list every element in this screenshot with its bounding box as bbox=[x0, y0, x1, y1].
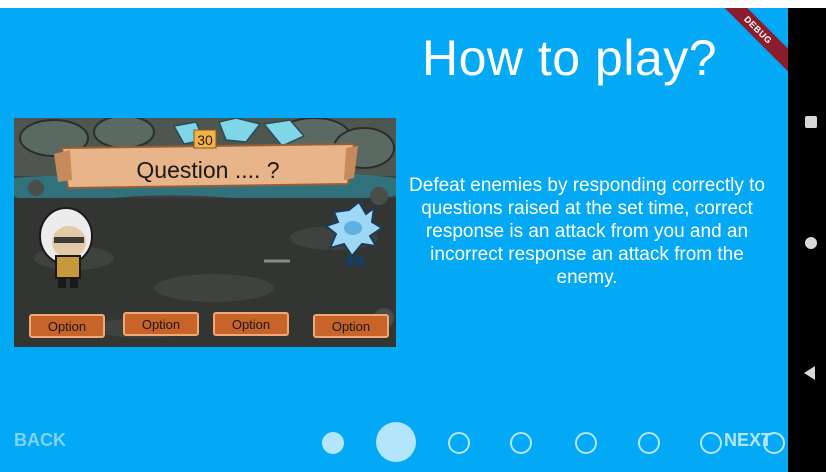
page-dot-6[interactable] bbox=[638, 432, 660, 454]
page-dot-7[interactable] bbox=[700, 432, 722, 454]
page-dot-2-current[interactable] bbox=[376, 422, 416, 462]
debug-banner: DEBUG bbox=[709, 8, 788, 79]
question-text: Question .... ? bbox=[136, 157, 279, 183]
page-dot-4[interactable] bbox=[510, 432, 532, 454]
page-dot-5[interactable] bbox=[575, 432, 597, 454]
game-preview-scene: 30 Question .... ? Option Option Option … bbox=[14, 118, 396, 347]
option-button-1: Option bbox=[48, 319, 86, 334]
timer-text: 30 bbox=[197, 132, 213, 148]
back-button[interactable]: BACK bbox=[14, 430, 66, 451]
home-icon[interactable] bbox=[805, 237, 817, 249]
android-nav-bar bbox=[788, 8, 826, 472]
game-preview-image: 30 Question .... ? Option Option Option … bbox=[14, 118, 396, 347]
page-dot-3[interactable] bbox=[448, 432, 470, 454]
option-button-4: Option bbox=[332, 319, 370, 334]
next-button[interactable]: NEXT bbox=[724, 430, 772, 451]
option-button-2: Option bbox=[142, 317, 180, 332]
recent-apps-icon[interactable] bbox=[805, 116, 817, 128]
back-nav-icon[interactable] bbox=[804, 366, 815, 380]
instructions-text: Defeat enemies by responding correctly t… bbox=[409, 175, 765, 288]
option-button-3: Option bbox=[232, 317, 270, 332]
page-dot-1[interactable] bbox=[322, 432, 344, 454]
tutorial-screen: How to play? DEBUG 30 Question .... ? Op… bbox=[0, 8, 788, 472]
page-title: How to play? bbox=[422, 30, 718, 86]
